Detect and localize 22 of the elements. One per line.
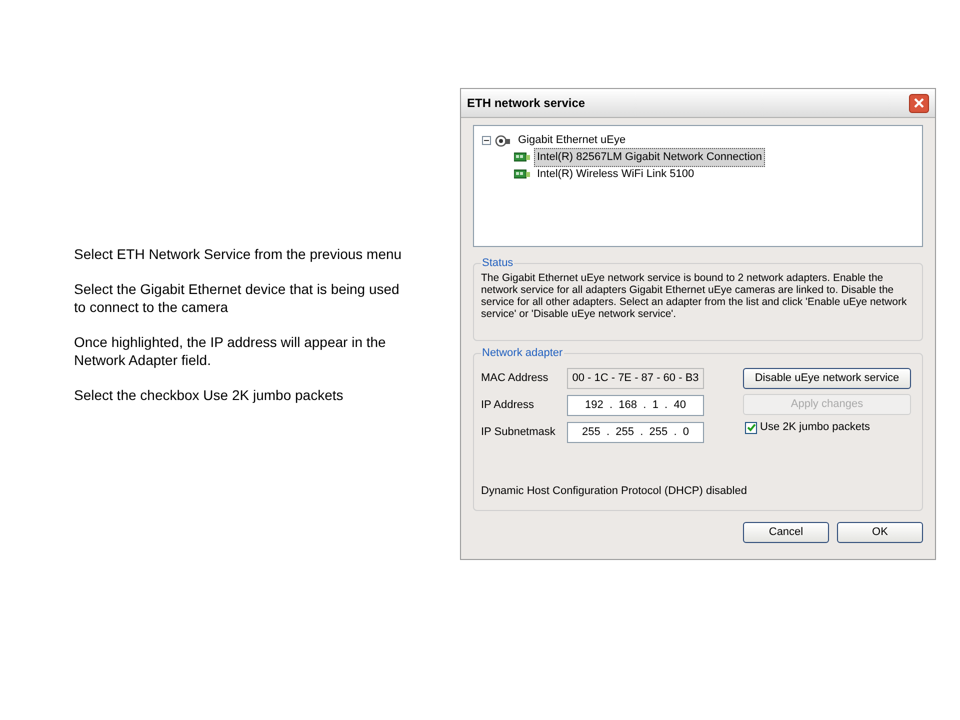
window-title: ETH network service	[467, 95, 586, 112]
dhcp-status-text: Dynamic Host Configuration Protocol (DHCP) disabled	[481, 484, 748, 498]
checkbox-label[interactable]: Use 2K jumbo packets	[760, 419, 870, 436]
dialog-button[interactable]: Cancel	[743, 522, 829, 543]
mac-address-field: 00 - 1C - 7E - 87 - 60 - B3	[567, 368, 704, 388]
group-title: Network adapter	[481, 346, 564, 361]
field-label: MAC Address	[481, 370, 550, 386]
field-label: IP Address	[481, 398, 535, 413]
instruction-text: Select the Gigabit Ethernet device that is being used to connect to the camera	[74, 280, 400, 316]
instruction-text: Select ETH Network Service from the previous menu	[74, 245, 403, 263]
field-label: IP Subnetmask	[481, 424, 556, 440]
tree-item[interactable]: Gigabit Ethernet uEye	[515, 131, 629, 150]
group-title: Status	[481, 256, 514, 271]
status-text: The Gigabit Ethernet uEye network service is bound to 2 network adapters. Enable the network service for all adapters Gigabit Ethernet uEye cameras are linked to. Disable the service for all other adapters. Select an adapter from the list and click 'Enable uEye network service' or 'Disable uEye network service'.	[481, 272, 908, 320]
instruction-text: Once highlighted, the IP address will appear in the Network Adapter field.	[74, 333, 387, 369]
tree-item[interactable]: Intel(R) 82567LM Gigabit Network Connection	[534, 148, 766, 167]
action-button[interactable]: Disable uEye network service	[743, 368, 911, 388]
ip-address-field[interactable]: 192 . 168 . 1 . 40	[567, 394, 704, 416]
instruction-text: Select the checkbox Use 2K jumbo packets	[74, 386, 344, 404]
tree-item[interactable]: Intel(R) Wireless WiFi Link 5100	[534, 165, 698, 184]
dialog-button[interactable]: OK	[837, 522, 923, 543]
ip-address-field[interactable]: 255 . 255 . 255 . 0	[567, 422, 704, 442]
